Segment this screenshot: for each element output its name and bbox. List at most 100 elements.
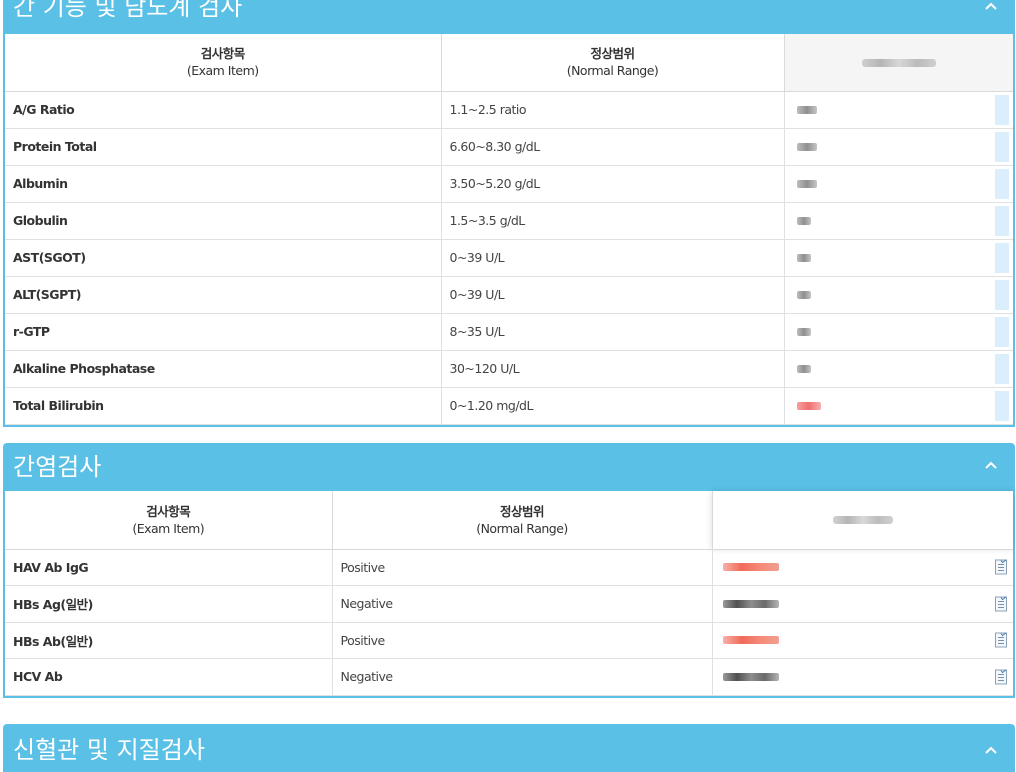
header-range-ko: 정상범위 <box>499 503 545 519</box>
table-row: HAV Ab IgG Positive <box>5 549 1013 586</box>
panel-header[interactable]: 신혈관 및 지질검사 <box>3 724 1015 772</box>
liver-function-panel: 간 기능 및 담도계 검사 검사항목 (Exam Item) 정상범위 (Nor… <box>3 0 1015 427</box>
result-detail-tab[interactable] <box>995 94 1009 125</box>
table-row: HBs Ag(일반) Negative <box>5 585 1013 623</box>
normal-range: 1.5~3.5 g/dL <box>441 202 785 240</box>
result-value-cell <box>784 387 1013 425</box>
exam-item-name: Total Bilirubin <box>5 387 442 425</box>
exam-item-name: HBs Ag(일반) <box>5 585 333 623</box>
exam-item-name: HAV Ab IgG <box>5 549 333 586</box>
column-header-patient <box>712 491 1013 550</box>
redacted-date <box>832 516 893 525</box>
header-item-ko: 검사항목 <box>146 503 191 519</box>
table-row: AST(SGOT) 0~39 U/L <box>5 239 1013 277</box>
redacted-result-value <box>796 364 811 373</box>
table-row: Alkaline Phosphatase 30~120 U/L <box>5 350 1013 388</box>
exam-item-name: r-GTP <box>5 313 442 351</box>
chevron-up-icon[interactable] <box>983 0 999 14</box>
table-row: r-GTP 8~35 U/L <box>5 313 1013 351</box>
redacted-result-value <box>796 290 811 299</box>
table-row: HBs Ab(일반) Positive <box>5 622 1013 659</box>
redacted-result-value <box>796 253 811 262</box>
result-value-cell <box>784 128 1013 166</box>
result-value-cell <box>784 313 1013 351</box>
result-detail-tab[interactable] <box>995 168 1009 199</box>
result-detail-tab[interactable] <box>995 279 1009 310</box>
result-detail-tab[interactable] <box>995 353 1009 384</box>
redacted-result-value <box>796 179 817 188</box>
header-item-ko: 검사항목 <box>200 46 246 62</box>
result-value-cell <box>784 202 1013 240</box>
panel-title: 간 기능 및 담도계 검사 <box>13 0 243 21</box>
table-row: Globulin 1.5~3.5 g/dL <box>5 202 1013 240</box>
results-table: 검사항목 (Exam Item) 정상범위 (Normal Range) HAV… <box>3 491 1015 698</box>
document-list-icon[interactable] <box>995 669 1007 685</box>
chevron-up-icon[interactable] <box>983 742 999 758</box>
exam-item-name: Protein Total <box>5 128 442 166</box>
normal-range: 0~1.20 mg/dL <box>441 387 785 425</box>
table-row: Protein Total 6.60~8.30 g/dL <box>5 128 1013 166</box>
redacted-result-value <box>796 401 821 410</box>
normal-range: 6.60~8.30 g/dL <box>441 128 785 166</box>
header-range-en: (Normal Range) <box>566 63 659 79</box>
result-value-cell <box>712 549 1013 586</box>
table-row: HCV Ab Negative <box>5 658 1013 696</box>
result-value-cell <box>712 585 1013 623</box>
result-detail-tab[interactable] <box>995 205 1009 236</box>
panel-header[interactable]: 간 기능 및 담도계 검사 <box>3 0 1015 34</box>
header-item-en: (Exam Item) <box>132 520 205 536</box>
result-detail-tab[interactable] <box>995 242 1009 273</box>
redacted-date <box>861 58 936 67</box>
normal-range: 3.50~5.20 g/dL <box>441 165 785 203</box>
normal-range: 0~39 U/L <box>441 239 785 277</box>
exam-item-name: HCV Ab <box>5 658 333 696</box>
result-detail-tab[interactable] <box>995 316 1009 347</box>
document-list-icon[interactable] <box>995 559 1007 575</box>
exam-item-name: HBs Ab(일반) <box>5 622 333 659</box>
normal-range: 0~39 U/L <box>441 276 785 314</box>
result-value-cell <box>712 622 1013 659</box>
document-list-icon[interactable] <box>995 596 1007 612</box>
header-range-en: (Normal Range) <box>476 520 568 536</box>
result-detail-tab[interactable] <box>995 131 1009 162</box>
table-row: Total Bilirubin 0~1.20 mg/dL <box>5 387 1013 425</box>
header-range-ko: 정상범위 <box>590 46 635 62</box>
result-value-cell <box>784 165 1013 203</box>
results-table: 검사항목 (Exam Item) 정상범위 (Normal Range) A/G… <box>3 34 1015 427</box>
chevron-up-icon[interactable] <box>983 457 999 473</box>
column-header-item: 검사항목 (Exam Item) <box>5 34 442 92</box>
result-value-cell <box>784 350 1013 388</box>
column-header-patient <box>784 34 1013 92</box>
hepatitis-panel: 간염검사 검사항목 (Exam Item) 정상범위 (Normal Range… <box>3 443 1015 698</box>
exam-item-name: AST(SGOT) <box>5 239 442 277</box>
normal-range: Positive <box>332 622 713 659</box>
result-value-cell <box>784 276 1013 314</box>
table-row: A/G Ratio 1.1~2.5 ratio <box>5 91 1013 129</box>
result-detail-tab[interactable] <box>995 390 1009 421</box>
normal-range: Positive <box>332 549 713 586</box>
normal-range: Negative <box>332 658 713 696</box>
redacted-result-value <box>796 142 817 151</box>
redacted-result-value <box>796 105 817 114</box>
exam-item-name: Globulin <box>5 202 442 240</box>
exam-item-name: Albumin <box>5 165 442 203</box>
redacted-result-value <box>722 563 779 572</box>
panel-title: 신혈관 및 지질검사 <box>13 736 205 764</box>
column-header-range: 정상범위 (Normal Range) <box>332 491 713 550</box>
result-value-cell <box>712 658 1013 696</box>
normal-range: Negative <box>332 585 713 623</box>
normal-range: 8~35 U/L <box>441 313 785 351</box>
redacted-result-value <box>722 636 779 645</box>
document-list-icon[interactable] <box>995 632 1007 648</box>
redacted-result-value <box>722 672 779 681</box>
result-value-cell <box>784 91 1013 129</box>
column-header-item: 검사항목 (Exam Item) <box>5 491 333 550</box>
redacted-result-value <box>722 599 779 608</box>
exam-item-name: A/G Ratio <box>5 91 442 129</box>
result-value-cell <box>784 239 1013 277</box>
table-row: ALT(SGPT) 0~39 U/L <box>5 276 1013 314</box>
table-row: Albumin 3.50~5.20 g/dL <box>5 165 1013 203</box>
panel-header[interactable]: 간염검사 <box>3 443 1015 491</box>
normal-range: 30~120 U/L <box>441 350 785 388</box>
redacted-result-value <box>796 327 811 336</box>
